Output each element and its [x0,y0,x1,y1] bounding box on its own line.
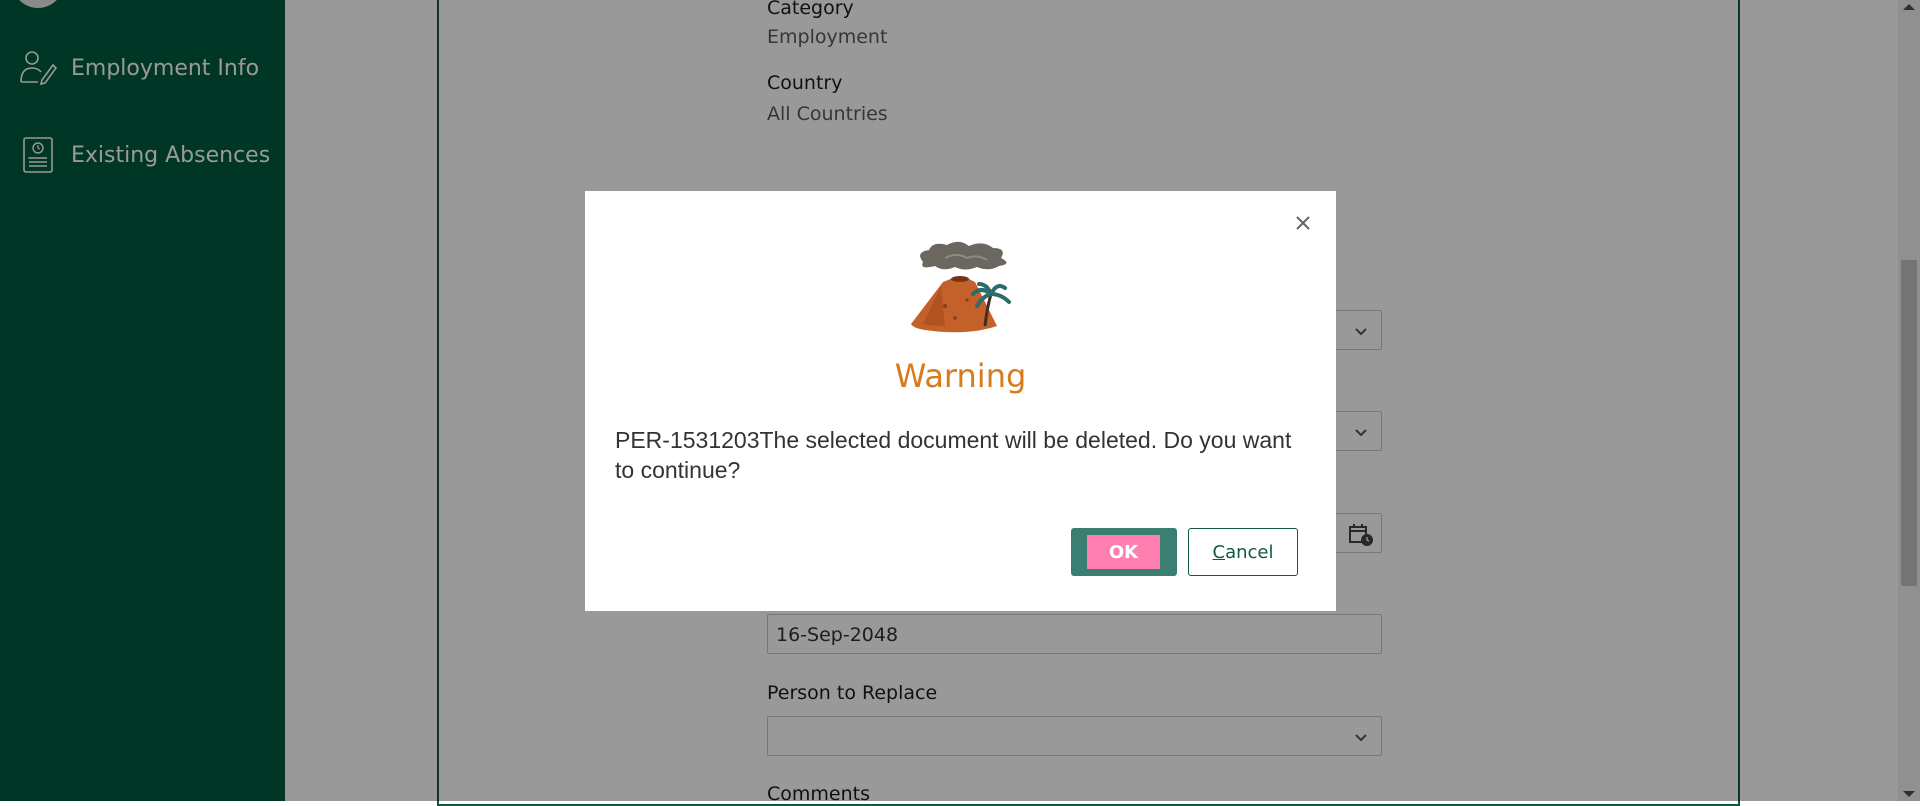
dialog-title: Warning [894,357,1027,395]
cancel-accesskey: C [1212,541,1226,563]
cancel-label: ancel [1225,541,1274,563]
ok-button-label: OK [1087,535,1160,569]
dialog-message: PER-1531203The selected document will be… [615,427,1292,483]
warning-dialog: Warning PER-1531203The selected document… [585,191,1336,611]
ok-button[interactable]: OK [1071,528,1177,576]
cancel-button[interactable]: Cancel [1188,528,1298,576]
volcano-icon [911,241,1011,333]
close-icon[interactable] [1289,209,1317,237]
